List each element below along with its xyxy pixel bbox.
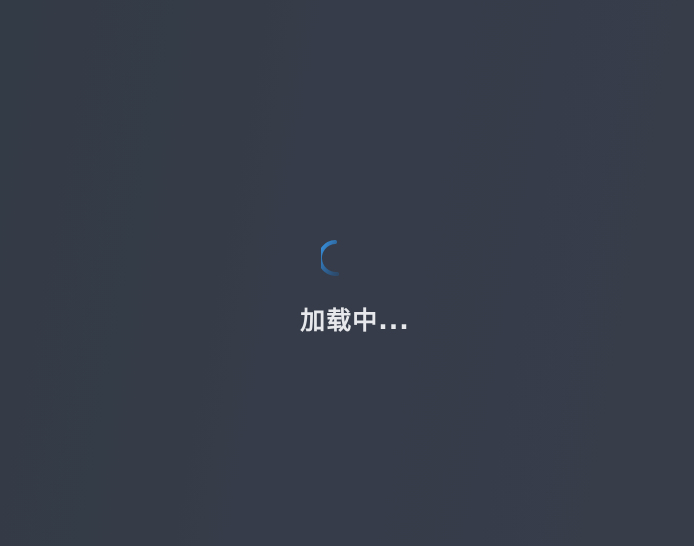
spinner-icon [321,240,339,276]
loading-text: 加载中... [300,306,410,335]
loading-overlay: 加载中... [0,0,694,546]
